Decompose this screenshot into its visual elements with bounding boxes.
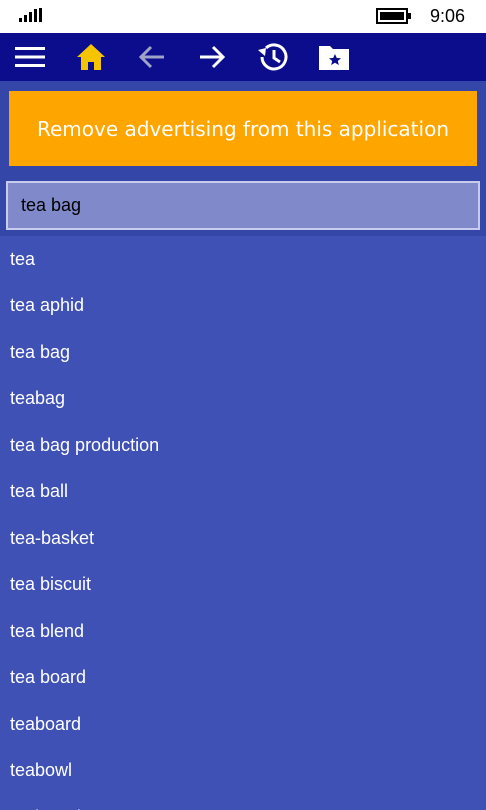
list-item[interactable]: tea [0, 236, 486, 282]
list-item[interactable]: tea blend [0, 608, 486, 654]
list-item[interactable]: tea bag production [0, 422, 486, 468]
list-item[interactable]: teaboard [0, 701, 486, 747]
history-button[interactable] [243, 33, 303, 81]
list-item[interactable]: teabread [0, 794, 486, 810]
ad-area: Remove advertising from this application [0, 81, 486, 174]
list-item[interactable]: tea-basket [0, 515, 486, 561]
favorites-button[interactable] [304, 33, 364, 81]
toolbar [0, 33, 486, 81]
search-input[interactable] [6, 181, 480, 230]
list-item[interactable]: tea ball [0, 469, 486, 515]
star-folder-icon [319, 46, 349, 70]
results-list: tea tea aphid tea bag teabag tea bag pro… [0, 236, 486, 810]
arrow-right-icon [200, 45, 226, 69]
battery-icon [376, 8, 411, 24]
signal-strength-icon [19, 8, 42, 22]
remove-ads-label: Remove advertising from this application [36, 116, 449, 141]
list-item[interactable]: tea board [0, 655, 486, 701]
list-item[interactable]: tea aphid [0, 283, 486, 329]
home-button[interactable] [61, 33, 121, 81]
menu-button[interactable] [0, 33, 60, 81]
status-bar: 9:06 [0, 0, 486, 33]
list-item[interactable]: teabowl [0, 748, 486, 794]
remove-ads-banner[interactable]: Remove advertising from this application [9, 91, 477, 166]
forward-button[interactable] [182, 33, 242, 81]
list-item[interactable]: tea biscuit [0, 562, 486, 608]
history-icon [258, 43, 288, 71]
home-icon [77, 44, 105, 70]
arrow-left-icon [138, 45, 164, 69]
list-item[interactable]: tea bag [0, 329, 486, 375]
back-button[interactable] [122, 33, 182, 81]
search-area [0, 174, 486, 236]
list-item[interactable]: teabag [0, 376, 486, 422]
status-clock: 9:06 [430, 6, 466, 26]
hamburger-menu-icon [15, 47, 45, 67]
